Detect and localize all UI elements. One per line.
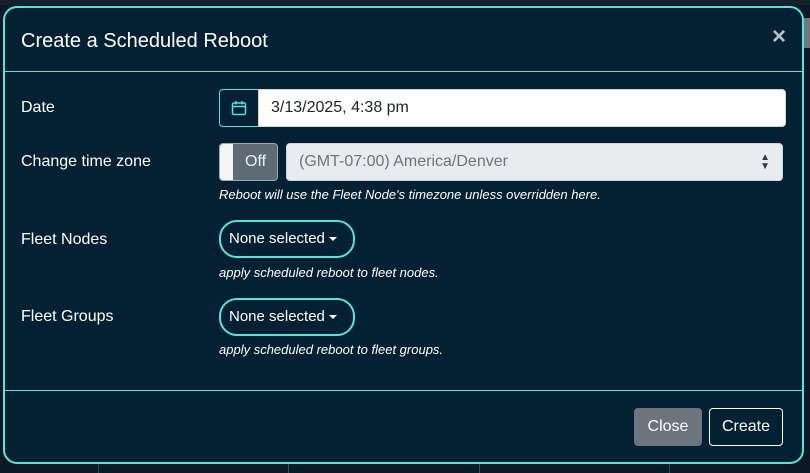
timezone-label: Change time zone <box>21 153 151 170</box>
close-icon[interactable]: × <box>772 24 786 50</box>
caret-down-icon <box>328 237 337 242</box>
fleet-groups-help-text: apply scheduled reboot to fleet groups. <box>219 342 444 357</box>
scheduled-reboot-modal: Create a Scheduled Reboot × Date 3/13/20… <box>3 6 804 464</box>
fleet-groups-dropdown-label: None selected <box>229 308 325 325</box>
caret-down-icon <box>328 315 337 320</box>
timezone-help-text: Reboot will use the Fleet Node's timezon… <box>219 187 601 202</box>
toggle-state-label: Off <box>245 153 267 170</box>
modal-title: Create a Scheduled Reboot <box>21 30 268 52</box>
calendar-button[interactable] <box>219 89 259 127</box>
date-input[interactable]: 3/13/2025, 4:38 pm <box>258 89 786 127</box>
calendar-icon <box>231 101 247 116</box>
fleet-groups-dropdown[interactable]: None selected <box>219 298 355 336</box>
create-button[interactable]: Create <box>709 408 783 446</box>
fleet-nodes-dropdown[interactable]: None selected <box>219 220 355 258</box>
timezone-selected-value: (GMT-07:00) America/Denver <box>299 153 508 170</box>
timezone-toggle[interactable]: Off <box>219 143 278 181</box>
date-label: Date <box>21 99 55 116</box>
fleet-nodes-help-text: apply scheduled reboot to fleet nodes. <box>219 265 439 280</box>
toggle-knob <box>220 144 233 180</box>
timezone-select[interactable]: (GMT-07:00) America/Denver ▲ ▼ <box>286 143 783 181</box>
background-strip <box>0 0 810 5</box>
fleet-groups-label: Fleet Groups <box>21 308 114 325</box>
modal-footer: Close Create <box>5 391 802 462</box>
modal-header: Create a Scheduled Reboot × <box>5 8 802 72</box>
fleet-nodes-label: Fleet Nodes <box>21 231 108 248</box>
fleet-nodes-dropdown-label: None selected <box>229 230 325 247</box>
close-button[interactable]: Close <box>634 408 702 446</box>
select-arrows-icon: ▲ ▼ <box>760 152 770 172</box>
date-input-group: 3/13/2025, 4:38 pm <box>219 89 786 127</box>
modal-body: Date 3/13/2025, 4:38 pm Change time zone… <box>5 72 802 391</box>
